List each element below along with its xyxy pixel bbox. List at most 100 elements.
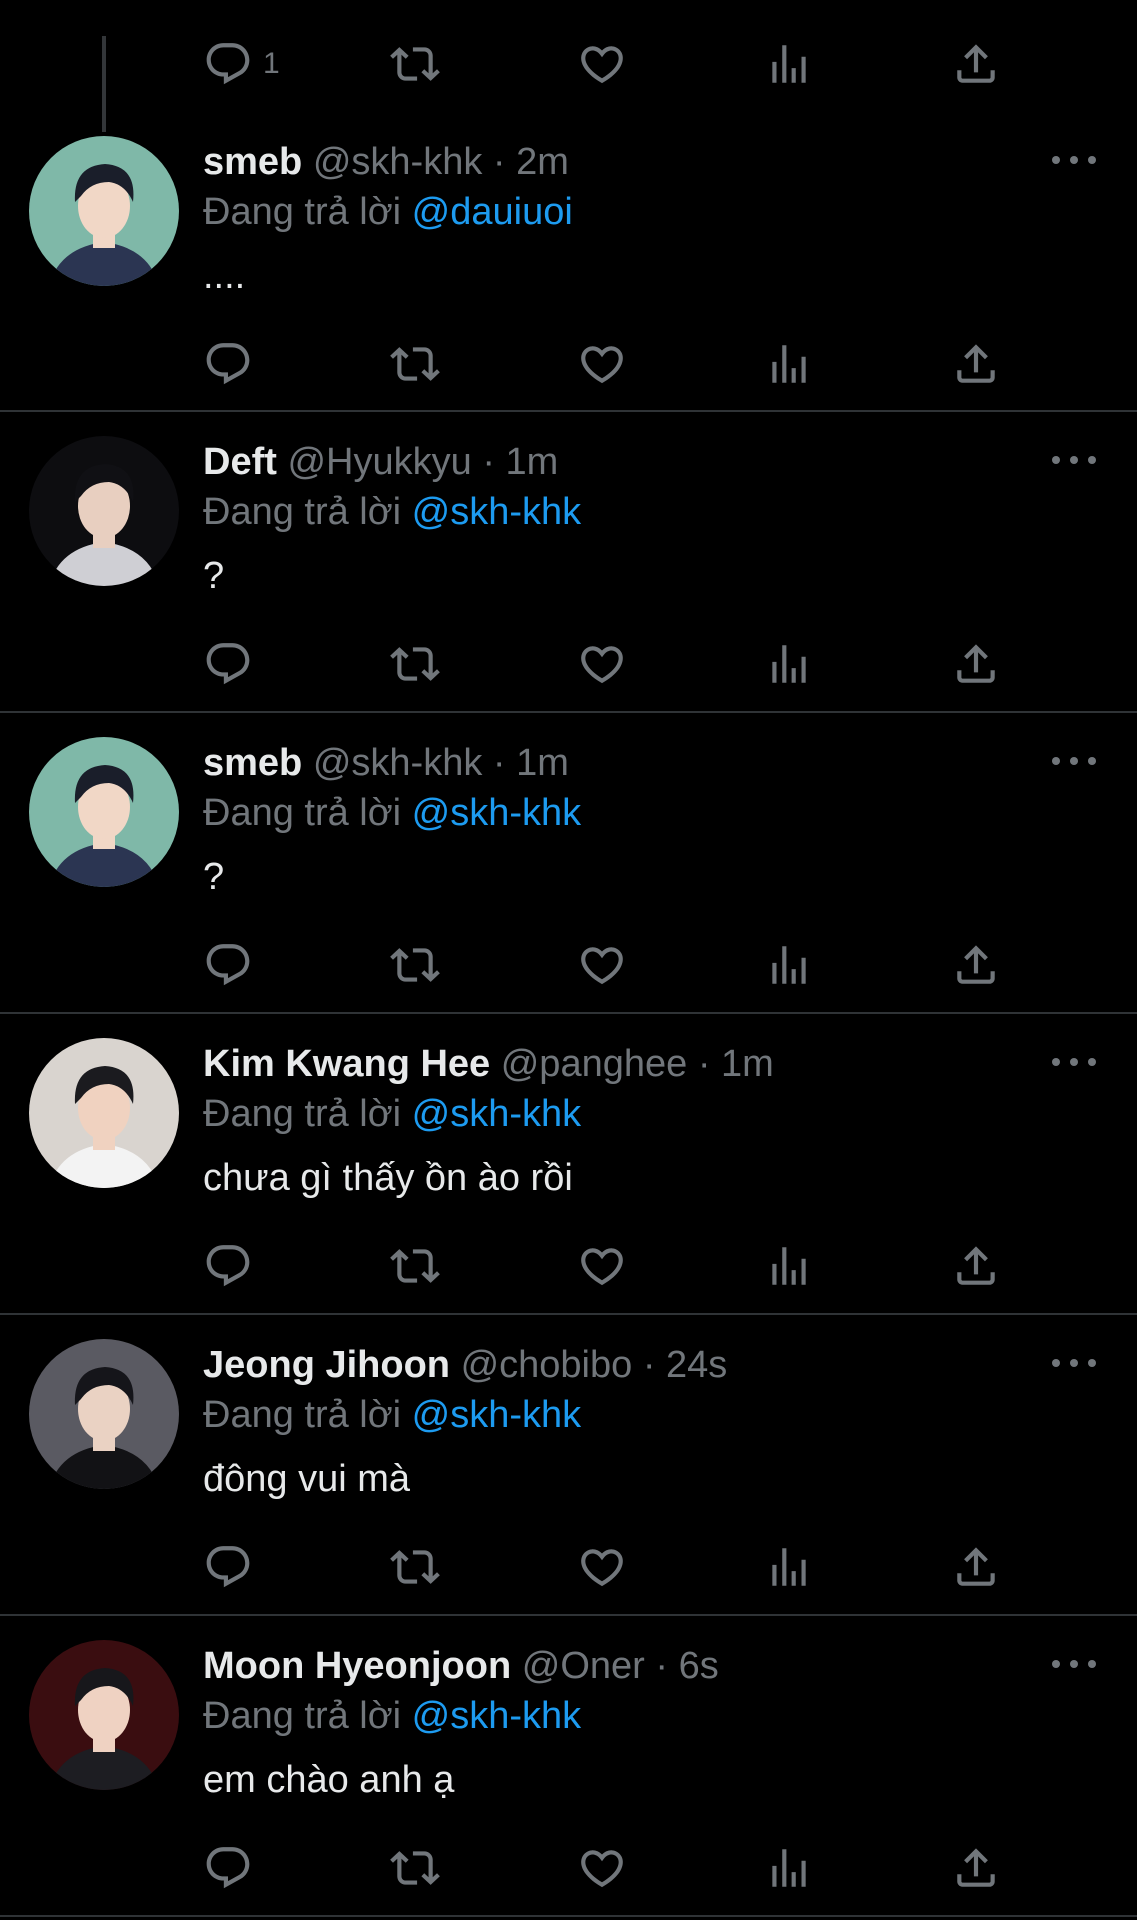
like-button[interactable] [577, 336, 627, 392]
more-icon[interactable] [1052, 1047, 1096, 1077]
reply-button[interactable] [203, 636, 253, 692]
more-icon[interactable] [1052, 746, 1096, 776]
reply-button[interactable] [203, 1539, 253, 1595]
reply-icon [203, 1241, 253, 1291]
avatar[interactable] [29, 737, 179, 887]
share-icon [951, 639, 1001, 689]
tweet-text: em chào anh ạ [203, 1759, 455, 1801]
separator-dot: · [697, 1043, 711, 1085]
tweet[interactable]: Moon Hyeonjoon @Oner · 6s Đang trả lời @… [0, 1616, 1137, 1917]
user-handle[interactable]: @skh-khk [313, 141, 483, 183]
tweet-timestamp[interactable]: 1m [721, 1043, 774, 1085]
tweet-timestamp[interactable]: 6s [679, 1645, 719, 1687]
share-button[interactable] [951, 1238, 1001, 1294]
tweet[interactable]: Kim Kwang Hee @panghee · 1m Đang trả lời… [0, 1014, 1137, 1315]
replying-to-mention[interactable]: @skh-khk [412, 491, 582, 533]
reply-button[interactable] [203, 1840, 253, 1896]
display-name[interactable]: smeb [203, 141, 302, 183]
user-handle[interactable]: @Hyukkyu [287, 441, 471, 483]
user-handle[interactable]: @chobibo [461, 1344, 633, 1386]
replying-to-mention[interactable]: @dauiuoi [412, 191, 573, 233]
user-handle[interactable]: @skh-khk [313, 742, 483, 784]
like-button[interactable] [577, 937, 627, 993]
display-name[interactable]: Kim Kwang Hee [203, 1043, 490, 1085]
reply-button[interactable] [203, 937, 253, 993]
replying-to-line: Đang trả lời @skh-khk [203, 1092, 581, 1136]
more-icon[interactable] [1052, 1348, 1096, 1378]
separator-dot: · [642, 1344, 656, 1386]
replying-to-label: Đang trả lời [203, 792, 402, 834]
share-button[interactable] [951, 336, 1001, 392]
avatar[interactable] [29, 1339, 179, 1489]
replying-to-label: Đang trả lời [203, 1695, 402, 1737]
tweet-timestamp[interactable]: 1m [506, 441, 559, 483]
views-button[interactable] [764, 1840, 814, 1896]
avatar[interactable] [29, 136, 179, 286]
retweet-button[interactable] [390, 636, 440, 692]
tweet-header: smeb @skh-khk · 1m [203, 741, 569, 785]
display-name[interactable]: smeb [203, 742, 302, 784]
retweet-button[interactable] [390, 1238, 440, 1294]
share-button[interactable] [951, 636, 1001, 692]
tweet[interactable]: smeb @skh-khk · 1m Đang trả lời @skh-khk… [0, 713, 1137, 1014]
avatar[interactable] [29, 436, 179, 586]
separator-dot: · [655, 1645, 669, 1687]
reply-button[interactable] [203, 1238, 253, 1294]
more-icon[interactable] [1052, 1649, 1096, 1679]
reply-button[interactable] [203, 336, 253, 392]
avatar[interactable] [29, 1640, 179, 1790]
display-name[interactable]: Jeong Jihoon [203, 1344, 450, 1386]
replying-to-mention[interactable]: @skh-khk [412, 1695, 582, 1737]
reply-icon [203, 1843, 253, 1893]
retweet-button[interactable] [390, 336, 440, 392]
user-handle[interactable]: @panghee [501, 1043, 688, 1085]
like-button[interactable] [577, 1238, 627, 1294]
share-button[interactable] [951, 937, 1001, 993]
user-handle[interactable]: @Oner [522, 1645, 645, 1687]
tweet-timestamp[interactable]: 2m [516, 141, 569, 183]
tweet-timestamp[interactable]: 1m [516, 742, 569, 784]
replying-to-label: Đang trả lời [203, 1093, 402, 1135]
views-button[interactable] [764, 937, 814, 993]
tweet[interactable]: Jeong Jihoon @chobibo · 24s Đang trả lời… [0, 1315, 1137, 1616]
like-button[interactable] [577, 636, 627, 692]
heart-icon [577, 1542, 627, 1592]
replying-to-mention[interactable]: @skh-khk [412, 792, 582, 834]
like-button[interactable] [577, 1840, 627, 1896]
share-button[interactable] [951, 1539, 1001, 1595]
views-icon [764, 639, 814, 689]
retweet-button[interactable] [390, 1539, 440, 1595]
retweet-button[interactable] [390, 1840, 440, 1896]
more-icon[interactable] [1052, 145, 1096, 175]
views-icon [764, 940, 814, 990]
replying-to-mention[interactable]: @skh-khk [412, 1093, 582, 1135]
views-button[interactable] [764, 1238, 814, 1294]
views-button[interactable] [764, 636, 814, 692]
share-button[interactable] [951, 1840, 1001, 1896]
tweet[interactable]: Deft @Hyukkyu · 1m Đang trả lời @skh-khk… [0, 412, 1137, 713]
tweet-header: Deft @Hyukkyu · 1m [203, 440, 558, 484]
tweet-timestamp[interactable]: 24s [666, 1344, 727, 1386]
replying-to-label: Đang trả lời [203, 191, 402, 233]
tweet[interactable]: smeb @skh-khk · 2m Đang trả lời @dauiuoi… [0, 0, 1137, 412]
replying-to-mention[interactable]: @skh-khk [412, 1394, 582, 1436]
display-name[interactable]: Deft [203, 441, 277, 483]
replying-to-line: Đang trả lời @skh-khk [203, 1393, 581, 1437]
tweet-actions [0, 636, 1137, 692]
display-name[interactable]: Moon Hyeonjoon [203, 1645, 511, 1687]
avatar[interactable] [29, 1038, 179, 1188]
tweet-text: chưa gì thấy ồn ào rồi [203, 1157, 573, 1199]
replying-to-line: Đang trả lời @skh-khk [203, 1694, 581, 1738]
views-button[interactable] [764, 1539, 814, 1595]
like-button[interactable] [577, 1539, 627, 1595]
views-button[interactable] [764, 336, 814, 392]
tweet-actions [0, 1238, 1137, 1294]
separator-dot: · [492, 141, 506, 183]
more-icon[interactable] [1052, 445, 1096, 475]
retweet-button[interactable] [390, 937, 440, 993]
share-icon [951, 339, 1001, 389]
tweet-header: smeb @skh-khk · 2m [203, 140, 569, 184]
share-icon [951, 1843, 1001, 1893]
views-icon [764, 1843, 814, 1893]
tweet-text: đông vui mà [203, 1458, 411, 1500]
